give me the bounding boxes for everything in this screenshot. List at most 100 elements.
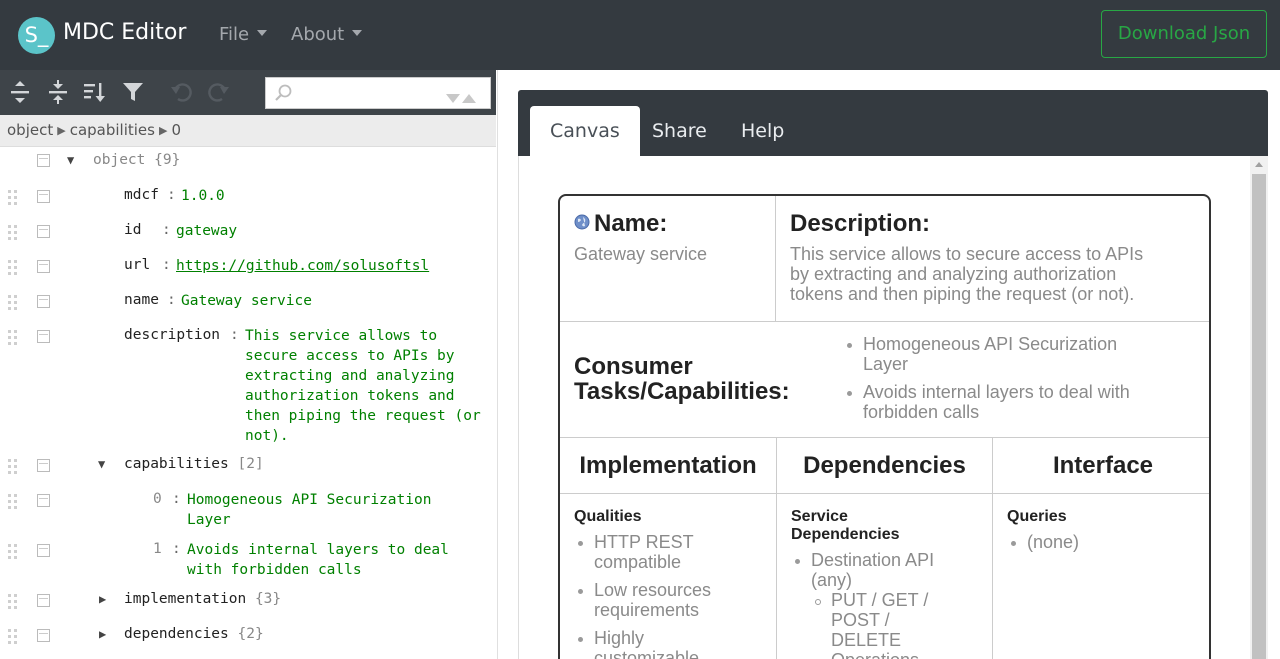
drag-handle-icon[interactable] bbox=[8, 330, 18, 346]
breadcrumb-item[interactable]: capabilities bbox=[70, 121, 155, 139]
root-count: {9} bbox=[154, 152, 181, 168]
field-key[interactable]: name bbox=[124, 292, 159, 308]
download-json-button[interactable]: Download Json bbox=[1101, 10, 1267, 58]
context-menu-button[interactable] bbox=[37, 330, 50, 343]
value-line: Homogeneous API Securization bbox=[187, 492, 432, 508]
preview-tabs: Canvas Share Help bbox=[518, 90, 1268, 156]
context-menu-button[interactable] bbox=[37, 459, 50, 472]
context-menu-button[interactable] bbox=[37, 544, 50, 557]
field-key[interactable]: url bbox=[124, 257, 150, 273]
expand-all-icon[interactable] bbox=[8, 80, 32, 104]
context-menu-button[interactable] bbox=[37, 629, 50, 642]
consumer-heading-line: Consumer bbox=[574, 353, 693, 380]
drag-handle-icon[interactable] bbox=[8, 459, 18, 475]
list-item-line: (any) bbox=[811, 570, 853, 590]
drag-handle-icon[interactable] bbox=[8, 544, 18, 560]
value-line: Layer bbox=[187, 512, 231, 528]
app-logo[interactable]: S_ bbox=[18, 17, 55, 54]
breadcrumb-separator-icon: ▶ bbox=[57, 124, 66, 137]
context-menu-button[interactable] bbox=[37, 494, 50, 507]
canvas-scrollbar[interactable] bbox=[1250, 156, 1268, 659]
field-key[interactable]: dependencies {2} bbox=[124, 626, 264, 642]
field-key[interactable]: id bbox=[124, 222, 141, 238]
implementation-count: {3} bbox=[254, 591, 282, 607]
tree-row[interactable]: id : gateway bbox=[0, 222, 496, 244]
tree-row-implementation[interactable]: ▶ implementation {3} bbox=[0, 591, 496, 613]
drag-handle-icon[interactable] bbox=[8, 225, 18, 241]
undo-icon[interactable] bbox=[170, 80, 194, 104]
tree-row-root[interactable]: ▼ object {9} bbox=[0, 152, 496, 174]
drag-handle-icon[interactable] bbox=[8, 295, 18, 311]
implementation-cell: Qualities HTTP REST compatible Low resour… bbox=[560, 494, 777, 659]
filter-icon[interactable] bbox=[121, 80, 145, 104]
context-menu-button[interactable] bbox=[37, 190, 50, 203]
drag-handle-icon[interactable] bbox=[8, 594, 18, 610]
context-menu-button[interactable] bbox=[37, 260, 50, 273]
tree-row[interactable]: 0 : Homogeneous API Securization Layer bbox=[0, 491, 496, 533]
search-previous-icon[interactable] bbox=[462, 94, 476, 103]
value-line: not). bbox=[245, 428, 289, 444]
drag-handle-icon[interactable] bbox=[8, 494, 18, 510]
breadcrumb-item[interactable]: 0 bbox=[171, 121, 181, 139]
field-key[interactable]: description bbox=[124, 327, 220, 343]
drag-handle-icon[interactable] bbox=[8, 190, 18, 206]
field-separator: : bbox=[167, 187, 176, 203]
field-value[interactable]: https://github.com/solusoftsl bbox=[176, 256, 429, 276]
array-index: 1 bbox=[153, 541, 162, 557]
qualities-heading: Qualities bbox=[574, 508, 642, 525]
field-value[interactable]: Avoids internal layers to deal with forb… bbox=[187, 540, 449, 580]
collapse-all-icon[interactable] bbox=[46, 80, 70, 104]
array-index: 0 bbox=[153, 491, 162, 507]
list-item-line: Avoids internal layers to deal with bbox=[863, 382, 1130, 402]
field-key[interactable]: implementation {3} bbox=[124, 591, 281, 607]
list-item: (none) bbox=[1007, 532, 1209, 552]
about-menu[interactable]: About bbox=[291, 24, 363, 45]
file-menu[interactable]: File bbox=[219, 24, 268, 45]
search-input[interactable] bbox=[300, 82, 440, 104]
field-value[interactable]: Homogeneous API Securization Layer bbox=[187, 490, 431, 530]
collapse-arrow-icon[interactable]: ▼ bbox=[67, 153, 79, 167]
context-menu-button[interactable] bbox=[37, 594, 50, 607]
context-menu-button[interactable] bbox=[37, 295, 50, 308]
url-link[interactable]: https://github.com/solusoftsl bbox=[176, 258, 429, 274]
editor-toolbar bbox=[0, 70, 496, 115]
tree-row[interactable]: mdcf : 1.0.0 bbox=[0, 187, 496, 209]
list-item-line: Operations bbox=[831, 650, 992, 659]
scroll-up-icon[interactable] bbox=[1255, 162, 1263, 167]
tree-row[interactable]: name : Gateway service bbox=[0, 292, 496, 314]
breadcrumb-item[interactable]: object bbox=[7, 121, 53, 139]
field-value[interactable]: gateway bbox=[176, 221, 237, 241]
drag-handle-icon[interactable] bbox=[8, 629, 18, 645]
description-cell: Description: This service allows to secu… bbox=[776, 196, 1209, 322]
field-value[interactable]: Gateway service bbox=[181, 291, 312, 311]
globe-icon bbox=[574, 214, 590, 230]
expand-arrow-icon[interactable]: ▶ bbox=[99, 627, 111, 641]
app-title[interactable]: MDC Editor bbox=[63, 20, 186, 45]
tab-help[interactable]: Help bbox=[741, 106, 784, 156]
list-item-line: customizable bbox=[594, 648, 700, 659]
drag-handle-icon[interactable] bbox=[8, 260, 18, 276]
field-key[interactable]: capabilities [2] bbox=[124, 456, 264, 472]
field-value[interactable]: This service allows to secure access to … bbox=[245, 326, 481, 446]
tree-row[interactable]: 1 : Avoids internal layers to deal with … bbox=[0, 541, 496, 583]
tab-share[interactable]: Share bbox=[652, 106, 707, 156]
context-menu-button[interactable] bbox=[37, 154, 50, 167]
tree-row[interactable]: url : https://github.com/solusoftsl bbox=[0, 257, 496, 279]
sort-icon[interactable] bbox=[83, 80, 107, 104]
tab-canvas[interactable]: Canvas bbox=[530, 106, 640, 156]
tree-row-capabilities[interactable]: ▼ capabilities [2] bbox=[0, 456, 496, 478]
collapse-arrow-icon[interactable]: ▼ bbox=[98, 457, 110, 471]
context-menu-button[interactable] bbox=[37, 225, 50, 238]
list-item: PUT / GET / POST / DELETE Operations bbox=[811, 590, 992, 659]
scroll-thumb[interactable] bbox=[1252, 174, 1266, 659]
expand-arrow-icon[interactable]: ▶ bbox=[99, 592, 111, 606]
field-key[interactable]: mdcf bbox=[124, 187, 159, 203]
field-value[interactable]: 1.0.0 bbox=[181, 186, 225, 206]
tree-row[interactable]: description : This service allows to sec… bbox=[0, 327, 496, 449]
dependencies-count: {2} bbox=[237, 626, 264, 642]
search-next-icon[interactable] bbox=[446, 94, 460, 103]
queries-list: (none) bbox=[1007, 532, 1209, 552]
value-line: with forbidden calls bbox=[187, 562, 362, 578]
redo-icon[interactable] bbox=[206, 80, 230, 104]
tree-row-dependencies[interactable]: ▶ dependencies {2} bbox=[0, 626, 496, 648]
